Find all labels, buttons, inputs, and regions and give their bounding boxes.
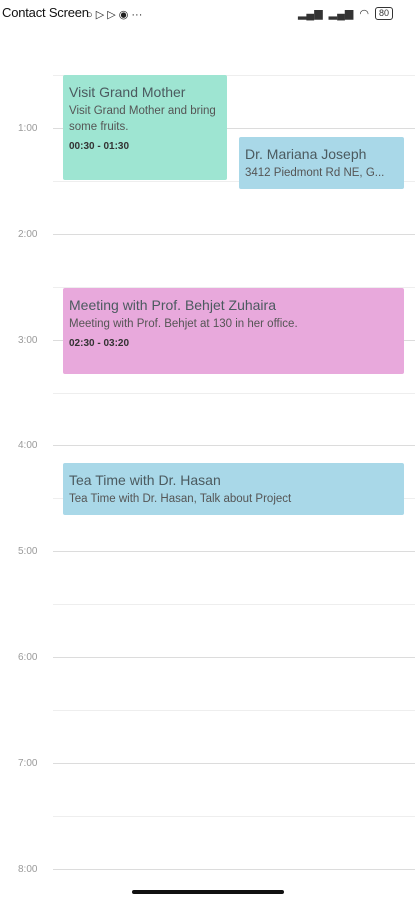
event-title: Meeting with Prof. Behjet Zuhaira	[69, 297, 276, 313]
day-timeline[interactable]: 1:00 2:00 3:00 4:00 5:00 6:00 7:00 8:00 …	[0, 24, 415, 884]
signal-icon: ▂▄▆	[297, 8, 323, 20]
event-visit-grand-mother[interactable]: Visit Grand Mother Visit Grand Mother an…	[63, 75, 227, 180]
event-description: Visit Grand Mother and bring some fruits…	[69, 105, 216, 133]
home-indicator[interactable]	[132, 890, 284, 894]
time-label: 1:00	[18, 123, 38, 134]
event-time: 02:30 - 03:20	[69, 338, 130, 349]
event-description: Meeting with Prof. Behjet at 130 in her …	[69, 318, 298, 330]
half-hour-line	[53, 710, 415, 711]
hour-line	[53, 445, 415, 446]
time-label: 4:00	[18, 440, 38, 451]
event-dr-mariana-joseph[interactable]: Dr. Mariana Joseph 3412 Piedmont Rd NE, …	[239, 137, 404, 189]
battery-icon: 80	[374, 7, 393, 20]
event-meeting-prof-behjet[interactable]: Meeting with Prof. Behjet Zuhaira Meetin…	[63, 288, 404, 374]
time-label: 2:00	[18, 229, 38, 240]
hour-line	[53, 657, 415, 658]
status-right-icons: ▂▄▆ ▂▄▆ ◠ 80	[298, 7, 393, 20]
half-hour-line	[53, 393, 415, 394]
half-hour-line	[53, 604, 415, 605]
event-time: 00:30 - 01:30	[69, 141, 130, 152]
event-tea-time-dr-hasan[interactable]: Tea Time with Dr. Hasan Tea Time with Dr…	[63, 463, 404, 515]
time-label: 5:00	[18, 546, 38, 557]
time-label: 7:00	[18, 758, 38, 769]
event-description: Tea Time with Dr. Hasan, Talk about Proj…	[69, 493, 292, 505]
hour-line	[53, 763, 415, 764]
event-title: Visit Grand Mother	[69, 84, 186, 100]
hour-line	[53, 551, 415, 552]
hour-line	[53, 234, 415, 235]
half-hour-line	[53, 816, 415, 817]
time-label: 3:00	[18, 335, 38, 346]
wifi-icon: ◠	[359, 8, 369, 20]
event-title: Tea Time with Dr. Hasan	[69, 472, 221, 488]
time-label: 8:00	[18, 864, 38, 875]
signal-icon: ▂▄▆	[328, 8, 354, 20]
event-title: Dr. Mariana Joseph	[245, 146, 367, 162]
event-description: 3412 Piedmont Rd NE, G...	[245, 167, 385, 179]
hour-line	[53, 869, 415, 870]
status-left-icons: ○ ▷ ▷ ◉ ···	[86, 9, 143, 21]
time-label: 6:00	[18, 652, 38, 663]
app-title: Contact Screen	[2, 5, 89, 20]
status-bar: Contact Screen ○ ▷ ▷ ◉ ··· ▂▄▆ ▂▄▆ ◠ 80	[0, 0, 415, 24]
